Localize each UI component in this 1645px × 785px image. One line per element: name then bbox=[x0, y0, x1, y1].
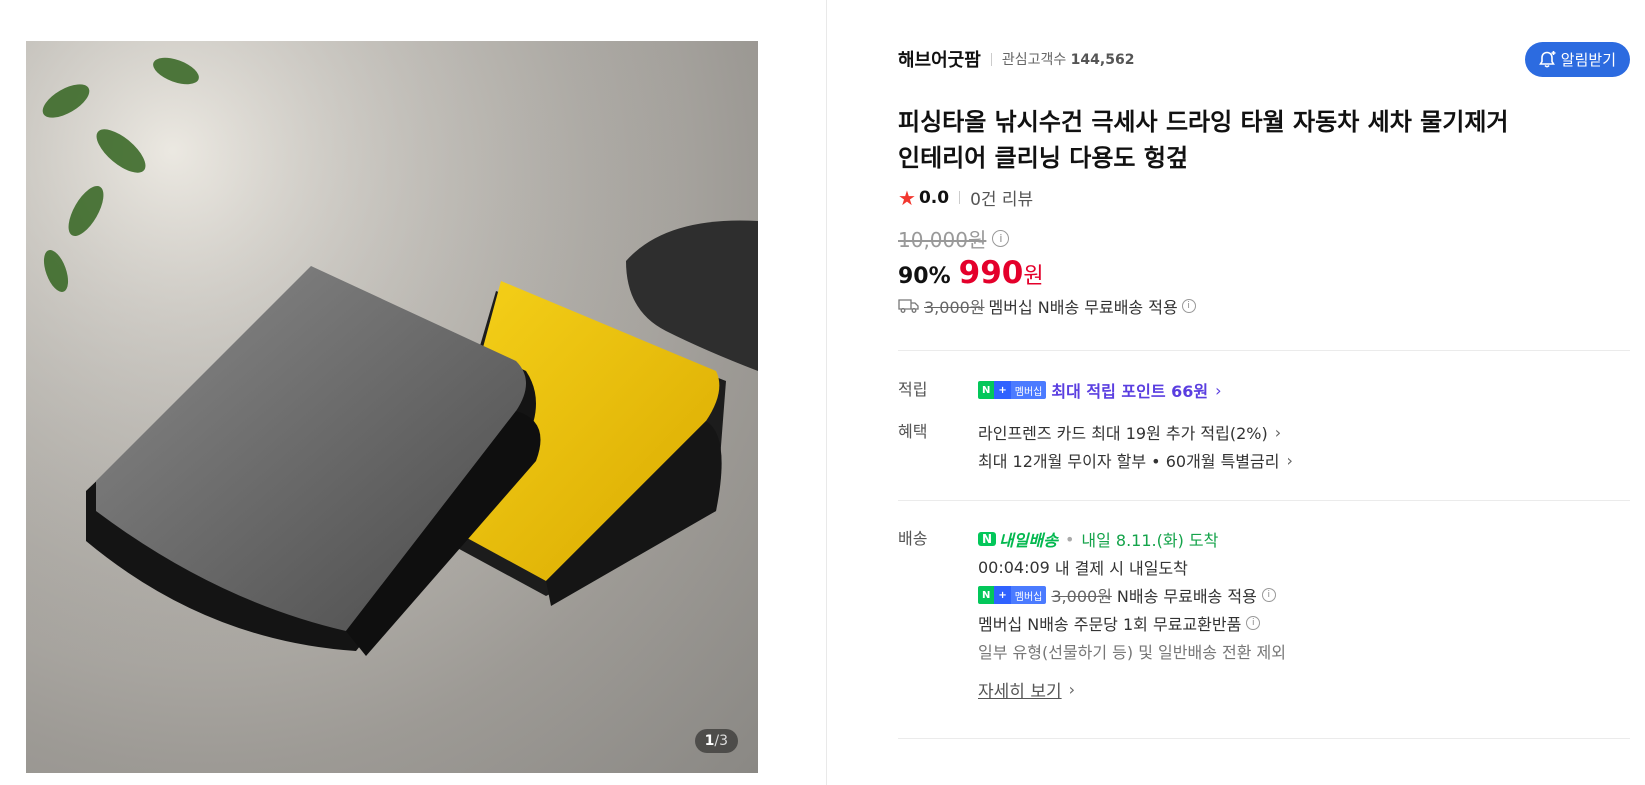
section-divider bbox=[898, 350, 1630, 351]
chevron-right-icon: › bbox=[1274, 422, 1282, 442]
installment-benefit-text: 최대 12개월 무이자 할부 • 60개월 특별금리 bbox=[978, 452, 1280, 471]
naver-plus-membership-badge: N + 멤버십 bbox=[978, 381, 1047, 399]
max-points-link[interactable]: 최대 적립 포인트 66원 bbox=[1051, 378, 1208, 402]
rating-row[interactable]: ★ 0.0 0건 리뷰 bbox=[898, 185, 1034, 211]
info-icon[interactable]: i bbox=[1246, 616, 1261, 630]
badge-membership: 멤버십 bbox=[1010, 586, 1047, 604]
divider bbox=[959, 191, 961, 204]
image-page-indicator: 1/3 bbox=[694, 729, 738, 753]
membership-shipping-line: N + 멤버십 3,000원 N배송 무료배송 적용 i bbox=[978, 581, 1630, 609]
badge-plus: + bbox=[994, 586, 1011, 604]
badge-plus: + bbox=[994, 381, 1011, 399]
info-icon[interactable]: i bbox=[1181, 299, 1196, 313]
detail-link-line[interactable]: 자세히 보기 › bbox=[978, 675, 1630, 703]
towel-illustration bbox=[26, 41, 758, 773]
divider bbox=[990, 52, 992, 66]
store-name[interactable]: 해브어굿팜 bbox=[898, 46, 981, 72]
interest-customers: 관심고객수 144,562 bbox=[1002, 49, 1135, 69]
product-title-line2: 인테리어 클리닝 다용도 헝겊 bbox=[898, 144, 1189, 172]
chevron-right-icon: › bbox=[1286, 450, 1293, 470]
original-price-row: 10,000원 i bbox=[898, 224, 1010, 253]
installment-benefit-line[interactable]: 최대 12개월 무이자 할부 • 60개월 특별금리 › bbox=[978, 446, 1630, 474]
sale-price-row: 90% 990 원 bbox=[898, 255, 1044, 291]
interest-label: 관심고객수 bbox=[1001, 52, 1067, 68]
countdown-line: 00:04:09 내 결제 시 내일도착 bbox=[978, 553, 1630, 581]
exclusion-line: 일부 유형(선물하기 등) 및 일반배송 전환 제외 bbox=[978, 637, 1630, 665]
section-divider bbox=[898, 500, 1630, 501]
discount-rate: 90% bbox=[898, 264, 951, 289]
detail-link[interactable]: 자세히 보기 bbox=[978, 677, 1062, 702]
interest-count: 144,562 bbox=[1070, 52, 1135, 68]
dot-separator: • bbox=[1064, 529, 1075, 549]
alarm-button-label: 알림받기 bbox=[1560, 51, 1616, 69]
info-icon[interactable]: i bbox=[992, 230, 1010, 247]
exchange-line: 멤버십 N배송 주문당 1회 무료교환반품 i bbox=[978, 609, 1630, 637]
points-label: 적립 bbox=[898, 380, 928, 399]
alarm-button[interactable]: 알림받기 bbox=[1524, 42, 1630, 77]
shipping-free-text: 멤버십 N배송 무료배송 적용 bbox=[988, 298, 1178, 317]
current-page: 1 bbox=[704, 733, 715, 749]
badge-n: N bbox=[978, 381, 995, 399]
original-price: 10,000원 bbox=[898, 228, 987, 252]
truck-icon bbox=[898, 299, 919, 313]
badge-n: N bbox=[978, 532, 997, 546]
naver-plus-membership-badge: N + 멤버십 bbox=[978, 586, 1047, 604]
exchange-text: 멤버십 N배송 주문당 1회 무료교환반품 bbox=[978, 615, 1242, 634]
review-count: 0건 리뷰 bbox=[970, 190, 1034, 210]
product-title: 피싱타올 낚시수건 극세사 드라잉 타월 자동차 세차 물기제거 인테리어 클리… bbox=[898, 104, 1578, 176]
benefits-label: 혜택 bbox=[898, 422, 928, 441]
badge-n: N bbox=[978, 586, 995, 604]
membership-free-text: N배송 무료배송 적용 bbox=[1116, 587, 1257, 606]
countdown-text: 내 결제 시 내일도착 bbox=[1054, 559, 1188, 578]
sale-price: 990 bbox=[958, 255, 1024, 291]
shipping-summary: 3,000원 멤버십 N배송 무료배송 적용 i bbox=[898, 294, 1196, 318]
chevron-right-icon: › bbox=[1215, 380, 1222, 400]
delivery-label: 배송 bbox=[898, 529, 928, 548]
exclusion-text: 일부 유형(선물하기 등) 및 일반배송 전환 제외 bbox=[978, 643, 1286, 662]
info-icon[interactable]: i bbox=[1261, 588, 1276, 602]
card-benefit-text: 라인프렌즈 카드 최대 19원 추가 적립(2%) bbox=[978, 424, 1268, 443]
card-benefit-line[interactable]: 라인프렌즈 카드 최대 19원 추가 적립(2%) › bbox=[978, 418, 1630, 446]
product-info-panel: 해브어굿팜 관심고객수 144,562 알림받기 피싱타올 낚시수건 극세사 드… bbox=[898, 0, 1630, 785]
countdown-timer: 00:04:09 bbox=[978, 557, 1050, 577]
section-divider bbox=[898, 738, 1630, 739]
membership-original-fee: 3,000원 bbox=[1051, 587, 1112, 606]
store-row: 해브어굿팜 관심고객수 144,562 알림받기 bbox=[898, 42, 1630, 77]
tomorrow-delivery-line: N 내일배송 • 내일 8.11.(화) 도착 bbox=[978, 525, 1630, 553]
product-title-line1: 피싱타올 낚시수건 극세사 드라잉 타월 자동차 세차 물기제거 bbox=[898, 108, 1509, 136]
shipping-original-fee: 3,000원 bbox=[924, 298, 985, 317]
tomorrow-delivery-label: 내일배송 bbox=[999, 531, 1058, 550]
tomorrow-delivery-badge: N 내일배송 bbox=[978, 527, 1058, 551]
chevron-right-icon: › bbox=[1068, 679, 1076, 699]
bell-plus-icon bbox=[1538, 50, 1556, 67]
points-line[interactable]: N + 멤버십 최대 적립 포인트 66원 › bbox=[978, 376, 1630, 404]
rating-value: 0.0 bbox=[918, 187, 950, 208]
sale-currency: 원 bbox=[1023, 264, 1044, 289]
badge-membership: 멤버십 bbox=[1010, 381, 1047, 399]
product-gallery: 1/3 bbox=[0, 0, 827, 785]
star-icon: ★ bbox=[898, 185, 916, 210]
product-image[interactable]: 1/3 bbox=[26, 41, 758, 773]
total-pages: 3 bbox=[719, 733, 728, 749]
arrival-date: 내일 8.11.(화) 도착 bbox=[1081, 531, 1219, 550]
